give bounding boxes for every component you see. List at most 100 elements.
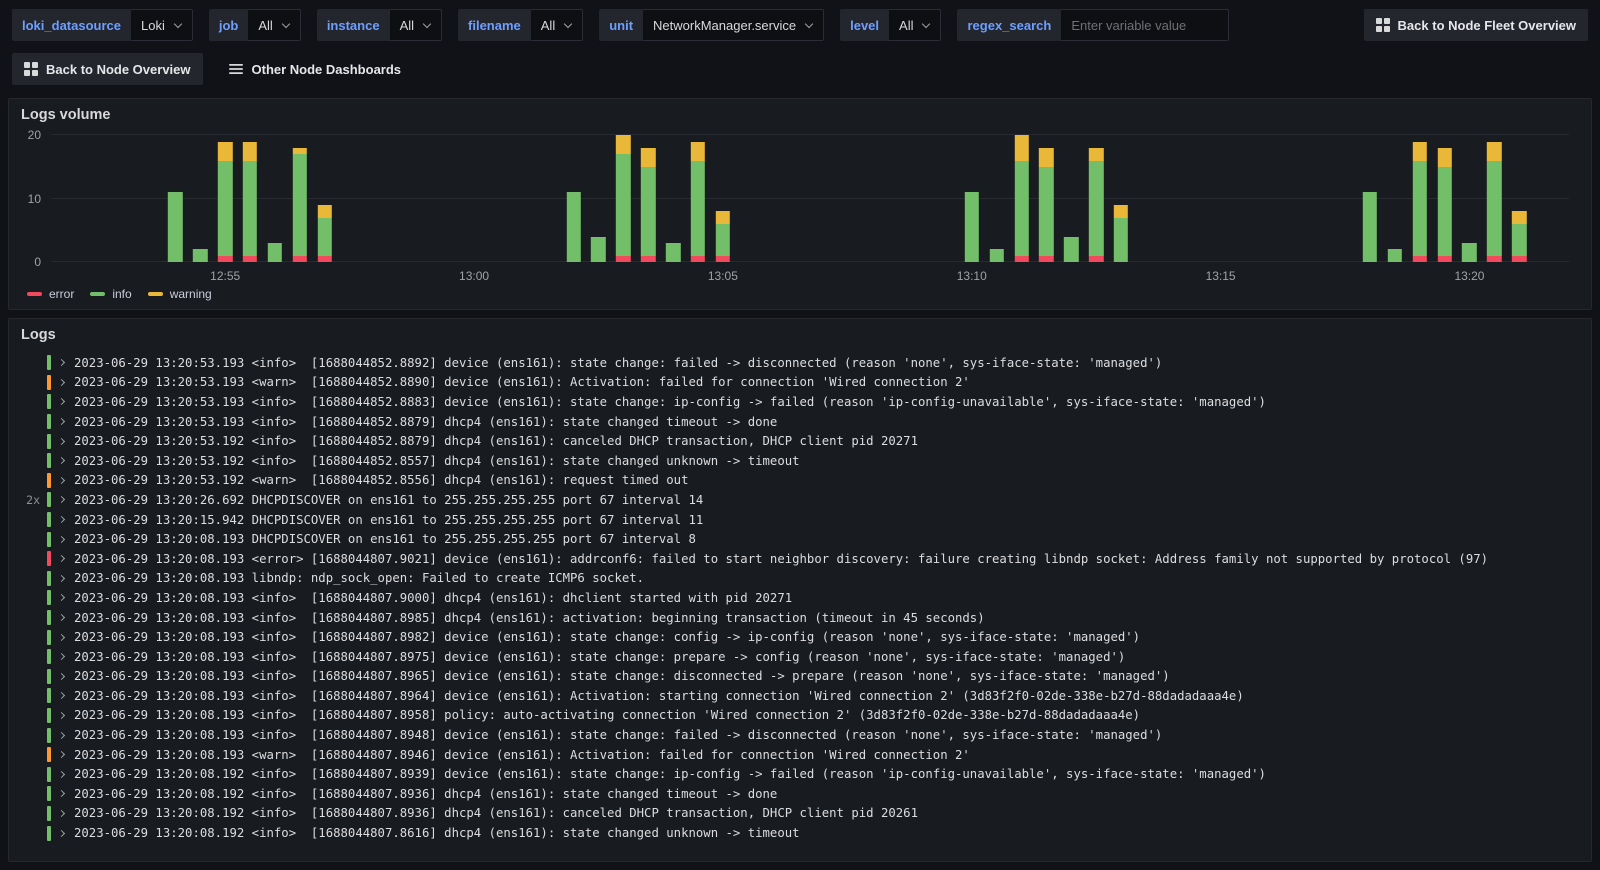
stacked-bar[interactable] (1064, 129, 1079, 262)
log-row[interactable]: 2023-06-29 13:20:08.193 <info> [16880448… (17, 667, 1583, 687)
variable-select-filename[interactable]: All (530, 9, 584, 41)
stacked-bar[interactable] (1039, 129, 1054, 262)
log-row[interactable]: 2023-06-29 13:20:53.193 <warn> [16880448… (17, 373, 1583, 393)
log-row[interactable]: 2023-06-29 13:20:53.193 <info> [16880448… (17, 412, 1583, 432)
log-row[interactable]: 2023-06-29 13:20:08.193 <info> [16880448… (17, 706, 1583, 726)
bar-segment-info (1512, 224, 1527, 256)
stacked-bar[interactable] (566, 129, 581, 262)
log-text: 2023-06-29 13:20:08.193 <info> [16880448… (74, 669, 1170, 684)
stacked-bar[interactable] (641, 129, 656, 262)
stacked-bar[interactable] (242, 129, 258, 262)
variable-select-unit[interactable]: NetworkManager.service (643, 9, 825, 41)
log-row[interactable]: 2x 2023-06-29 13:20:26.692 DHCPDISCOVER o… (17, 490, 1583, 510)
log-row[interactable]: 2023-06-29 13:20:53.192 <info> [16880448… (17, 451, 1583, 471)
x-axis-label: 13:00 (459, 269, 490, 283)
log-row[interactable]: 2023-06-29 13:20:08.192 <info> [16880448… (17, 764, 1583, 784)
log-row[interactable]: 2023-06-29 13:20:08.192 <info> [16880448… (17, 823, 1583, 843)
variable-input-regex_search[interactable] (1061, 9, 1230, 41)
stacked-bar[interactable] (715, 129, 731, 262)
chevron-right-icon (57, 398, 66, 406)
chevron-right-icon (57, 574, 66, 582)
legend-item-info[interactable]: info (90, 287, 132, 301)
log-row[interactable]: 2023-06-29 13:20:08.193 <info> [16880448… (17, 627, 1583, 647)
bar-segment-info (1462, 243, 1477, 262)
stacked-bar[interactable] (1088, 129, 1104, 262)
variable-select-job[interactable]: All (248, 9, 301, 41)
log-row[interactable]: 2023-06-29 13:20:08.193 <warn> [16880448… (17, 745, 1583, 765)
log-text: 2023-06-29 13:20:53.192 <info> [16880448… (74, 453, 800, 468)
log-row[interactable]: 2023-06-29 13:20:08.193 <info> [16880448… (17, 725, 1583, 745)
stacked-bar[interactable] (1014, 129, 1029, 262)
chevron-right-icon (57, 437, 66, 445)
bar-segment-info (1088, 160, 1104, 256)
log-level-bar-info (47, 668, 51, 684)
bar-segment-info (317, 217, 332, 256)
stacked-bar[interactable] (964, 129, 979, 262)
log-lines: 2023-06-29 13:20:53.193 <info> [16880448… (9, 345, 1591, 843)
log-row[interactable]: 2023-06-29 13:20:53.193 <info> [16880448… (17, 392, 1583, 412)
legend-label: info (112, 287, 132, 301)
logs-panel-title[interactable]: Logs (9, 319, 1591, 345)
legend-item-warning[interactable]: warning (147, 287, 212, 301)
chevron-right-icon (57, 613, 66, 622)
log-text: 2023-06-29 13:20:08.193 <info> [16880448… (74, 649, 1126, 664)
variable-label-unit: unit (599, 9, 644, 41)
variable-select-loki_datasource[interactable]: Loki (131, 9, 193, 41)
log-row[interactable]: 2023-06-29 13:20:08.193 <info> [16880448… (17, 647, 1583, 667)
back-to-node-fleet-overview-button[interactable]: Back to Node Fleet Overview (1363, 9, 1588, 41)
stacked-bar[interactable] (616, 129, 631, 262)
log-row[interactable]: 2023-06-29 13:20:08.193 libndp: ndp_sock… (17, 569, 1583, 589)
stacked-bar[interactable] (1412, 129, 1427, 262)
chevron-right-icon (57, 418, 66, 426)
log-level-bar-info (47, 512, 51, 528)
logs-volume-panel-title[interactable]: Logs volume (9, 99, 1591, 125)
log-row[interactable]: 2023-06-29 13:20:08.193 <info> [16880448… (17, 588, 1583, 608)
stacked-bar[interactable] (317, 129, 332, 262)
chevron-right-icon (57, 457, 66, 465)
stacked-bar[interactable] (1487, 129, 1502, 262)
log-row[interactable]: 2023-06-29 13:20:53.192 <info> [16880448… (17, 431, 1583, 451)
other-node-dashboards-menu[interactable]: Other Node Dashboards (228, 62, 401, 77)
chevron-right-icon (57, 535, 66, 543)
log-text: 2023-06-29 13:20:08.193 libndp: ndp_sock… (74, 571, 645, 586)
log-row[interactable]: 2023-06-29 13:20:08.192 <info> [16880448… (17, 804, 1583, 824)
log-row[interactable]: 2023-06-29 13:20:53.193 <info> [16880448… (17, 353, 1583, 373)
stacked-bar[interactable] (1362, 129, 1378, 262)
stacked-bar[interactable] (1387, 129, 1402, 262)
stacked-bar[interactable] (193, 129, 208, 262)
stacked-bar[interactable] (217, 129, 233, 262)
variable-select-level[interactable]: All (889, 9, 942, 41)
stacked-bar[interactable] (1113, 129, 1129, 262)
chevron-down-icon (563, 19, 573, 28)
log-level-bar-info (47, 649, 51, 665)
stacked-bar[interactable] (292, 129, 308, 262)
stacked-bar[interactable] (591, 129, 606, 262)
log-row[interactable]: 2023-06-29 13:20:53.192 <warn> [16880448… (17, 471, 1583, 491)
log-row[interactable]: 2023-06-29 13:20:08.193 <error> [1688044… (17, 549, 1583, 569)
back-to-node-overview-button[interactable]: Back to Node Overview (12, 53, 203, 85)
stacked-bar[interactable] (1437, 129, 1452, 262)
log-row[interactable]: 2023-06-29 13:20:08.193 <info> [16880448… (17, 686, 1583, 706)
stacked-bar[interactable] (989, 129, 1004, 262)
log-row[interactable]: 2023-06-29 13:20:08.193 <info> [16880448… (17, 608, 1583, 628)
stacked-bar[interactable] (1462, 129, 1477, 262)
logs-volume-chart: 0 10 20 12:55 13:00 13:05 13:10 13:15 13:20 err… (9, 125, 1591, 309)
stacked-bar[interactable] (267, 129, 283, 262)
chevron-right-icon (57, 672, 66, 680)
stacked-bar[interactable] (690, 129, 706, 262)
stacked-bar[interactable] (168, 129, 183, 262)
variable-select-instance[interactable]: All (389, 9, 443, 41)
log-row[interactable]: 2023-06-29 13:20:15.942 DHCPDISCOVER on … (17, 510, 1583, 530)
legend-item-error[interactable]: error (27, 287, 74, 301)
bar-segment-info (242, 160, 258, 256)
log-row[interactable]: 2023-06-29 13:20:08.192 <info> [16880448… (17, 784, 1583, 804)
bar-segment-warning (1412, 141, 1427, 161)
legend-swatch (27, 292, 42, 296)
bar-segment-info (217, 160, 233, 256)
log-dedup-count: 2x (26, 492, 40, 507)
log-row[interactable]: 2023-06-29 13:20:08.193 DHCPDISCOVER on … (17, 529, 1583, 549)
variable-filename: filename All (458, 9, 584, 41)
y-axis-label: 20 (27, 128, 41, 143)
stacked-bar[interactable] (1512, 129, 1527, 262)
stacked-bar[interactable] (665, 129, 681, 262)
